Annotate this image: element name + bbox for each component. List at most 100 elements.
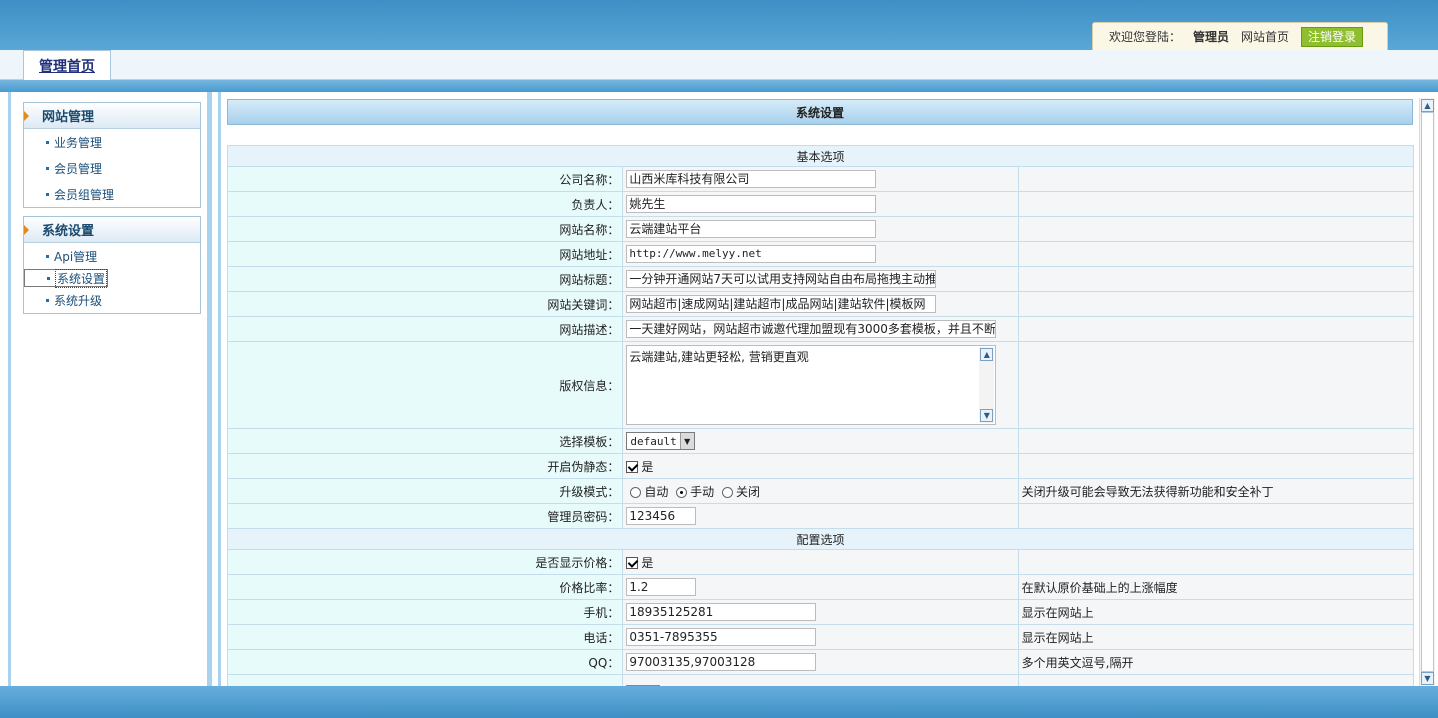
field-label: 电话： — [226, 624, 624, 650]
form-row-qq: QQ： 97003135,97003128 多个用英文逗号,隔开 — [226, 649, 1415, 675]
bullet-icon — [46, 166, 49, 170]
field-label: 管理员密码： — [226, 503, 624, 529]
triangle-down-icon[interactable]: ▼ — [980, 409, 994, 422]
rewrite-checkbox[interactable] — [626, 461, 639, 473]
sidebar: 网站管理 业务管理 会员管理 会员组管理 系统设置 Api管理 系统设置 系统升… — [8, 92, 212, 686]
tab-admin-home[interactable]: 管理首页 — [23, 50, 111, 81]
keywords-input[interactable]: 网站超市|速成网站|建站超市|成品网站|建站软件|模板网 — [626, 295, 937, 313]
form-row-description: 网站描述： 一天建好网站，网站超市诚邀代理加盟现有3000多套模板，并且不断更 — [226, 316, 1415, 342]
field-label: 选择模板： — [226, 428, 624, 454]
form-row-rewrite: 开启伪静态： 是 — [226, 453, 1415, 479]
owner-input[interactable]: 姚先生 — [626, 195, 877, 213]
triangle-up-icon[interactable]: ▲ — [1421, 99, 1434, 112]
priceratio-input[interactable]: 1.2 — [626, 578, 697, 596]
bullet-icon — [46, 298, 49, 302]
sidebar-item-business[interactable]: 业务管理 — [24, 129, 200, 155]
form-row-keywords: 网站关键词： 网站超市|速成网站|建站超市|成品网站|建站软件|模板网 — [226, 291, 1415, 317]
priceratio-note: 在默认原价基础上的上涨幅度 — [1017, 574, 1415, 600]
copyright-textarea[interactable]: 云端建站,建站更轻松, 营销更直观 ▲ ▼ — [626, 345, 997, 425]
section-config: 配置选项 — [227, 528, 1414, 550]
template-select[interactable]: default ▼ — [626, 432, 695, 450]
field-label: 网站描述： — [226, 316, 624, 342]
sidebar-item-member-groups[interactable]: 会员组管理 — [24, 181, 200, 207]
username: 管理员 — [1193, 30, 1230, 44]
bullet-icon — [46, 254, 49, 258]
form-row-adminpwd: 管理员密码： 123456 — [226, 503, 1415, 529]
form-row-copyright: 版权信息： 云端建站,建站更轻松, 营销更直观 ▲ ▼ — [226, 341, 1415, 429]
form-row-sitetitle: 网站标题： 一分钟开通网站7天可以试用支持网站自由布局拖拽主动推 — [226, 266, 1415, 292]
field-label: 版权信息： — [226, 341, 624, 429]
triangle-up-icon[interactable]: ▲ — [980, 348, 994, 361]
chevron-down-icon: ▼ — [679, 433, 694, 449]
upgrade-radio-off[interactable] — [722, 486, 734, 498]
triangle-down-icon[interactable]: ▼ — [1421, 672, 1434, 685]
form-row-mobile: 手机： 18935125281 显示在网站上 — [226, 599, 1415, 625]
sitetitle-input[interactable]: 一分钟开通网站7天可以试用支持网站自由布局拖拽主动推 — [626, 270, 937, 288]
settings-form: 基本选项 公司名称： 山西米库科技有限公司 负责人： 姚先生 网站名称： 云端建… — [226, 145, 1415, 700]
field-label: 网站名称： — [226, 216, 624, 242]
bullet-icon — [47, 276, 50, 280]
field-label: 开启伪静态： — [226, 453, 624, 479]
field-label: 公司名称： — [226, 166, 624, 192]
upgrade-radio-auto[interactable] — [630, 486, 642, 498]
adminpwd-input[interactable]: 123456 — [626, 507, 697, 525]
page-scrollbar[interactable]: ▲ ▼ — [1419, 98, 1435, 686]
sidebar-item-system-upgrade[interactable]: 系统升级 — [24, 287, 200, 313]
form-row-upgrade: 升级模式： 自动 手动 关闭 关闭升级可能会导致无法获得新功能和安全补丁 — [226, 478, 1415, 504]
description-input[interactable]: 一天建好网站，网站超市诚邀代理加盟现有3000多套模板，并且不断更 — [626, 320, 997, 338]
footer-bar — [0, 686, 1438, 718]
phone-note: 显示在网站上 — [1017, 624, 1415, 650]
field-label: 升级模式： — [226, 478, 624, 504]
siteurl-input[interactable]: http://www.melyy.net — [626, 245, 877, 263]
tab-bar: 管理首页 — [0, 50, 1438, 81]
field-label: 是否显示价格： — [226, 549, 624, 575]
menu-group-system: 系统设置 Api管理 系统设置 系统升级 — [23, 216, 201, 314]
sitename-input[interactable]: 云端建站平台 — [626, 220, 877, 238]
rewrite-option-label: 是 — [641, 459, 654, 474]
welcome-label: 欢迎您登陆： — [1109, 30, 1182, 44]
qq-input[interactable]: 97003135,97003128 — [626, 653, 817, 671]
textarea-scrollbar[interactable]: ▲ ▼ — [979, 347, 995, 423]
mobile-input[interactable]: 18935125281 — [626, 603, 817, 621]
bullet-icon — [46, 140, 49, 144]
form-row-company: 公司名称： 山西米库科技有限公司 — [226, 166, 1415, 192]
qq-note: 多个用英文逗号,隔开 — [1017, 649, 1415, 675]
welcome-bar: 欢迎您登陆： 管理员 网站首页 注销登录 — [1092, 22, 1388, 50]
form-row-priceratio: 价格比率： 1.2 在默认原价基础上的上涨幅度 — [226, 574, 1415, 600]
logout-button[interactable]: 注销登录 — [1301, 26, 1364, 47]
form-row-sitename: 网站名称： 云端建站平台 — [226, 216, 1415, 242]
form-row-template: 选择模板： default ▼ — [226, 428, 1415, 454]
company-input[interactable]: 山西米库科技有限公司 — [626, 170, 877, 188]
menu-group-title[interactable]: 系统设置 — [24, 217, 200, 243]
mobile-note: 显示在网站上 — [1017, 599, 1415, 625]
form-row-owner: 负责人： 姚先生 — [226, 191, 1415, 217]
field-label: 手机： — [226, 599, 624, 625]
form-row-showprice: 是否显示价格： 是 — [226, 549, 1415, 575]
site-home-link[interactable]: 网站首页 — [1241, 28, 1289, 45]
upgrade-radio-manual[interactable] — [676, 486, 688, 498]
page-title: 系统设置 — [227, 99, 1413, 125]
menu-group-title[interactable]: 网站管理 — [24, 103, 200, 129]
field-label: QQ： — [226, 649, 624, 675]
field-label: 网站标题： — [226, 266, 624, 292]
menu-group-site: 网站管理 业务管理 会员管理 会员组管理 — [23, 102, 201, 208]
upgrade-note: 关闭升级可能会导致无法获得新功能和安全补丁 — [1017, 478, 1415, 504]
divider-strip — [0, 80, 1438, 92]
sidebar-item-members[interactable]: 会员管理 — [24, 155, 200, 181]
section-basic: 基本选项 — [227, 145, 1414, 167]
showprice-option-label: 是 — [641, 555, 654, 570]
sidebar-item-api[interactable]: Api管理 — [24, 243, 200, 269]
field-label: 网站关键词： — [226, 291, 624, 317]
showprice-checkbox[interactable] — [626, 557, 639, 569]
arrow-right-icon — [24, 111, 29, 121]
field-label: 价格比率： — [226, 574, 624, 600]
top-header: 欢迎您登陆： 管理员 网站首页 注销登录 — [0, 0, 1438, 50]
scrollbar-thumb[interactable] — [1421, 112, 1434, 672]
form-row-siteurl: 网站地址： http://www.melyy.net — [226, 241, 1415, 267]
phone-input[interactable]: 0351-7895355 — [626, 628, 817, 646]
main-content: 系统设置 基本选项 公司名称： 山西米库科技有限公司 负责人： 姚先生 网站名称… — [218, 92, 1420, 700]
form-row-phone: 电话： 0351-7895355 显示在网站上 — [226, 624, 1415, 650]
field-label: 网站地址： — [226, 241, 624, 267]
sidebar-item-system-settings[interactable]: 系统设置 — [24, 268, 109, 288]
arrow-right-icon — [24, 225, 29, 235]
